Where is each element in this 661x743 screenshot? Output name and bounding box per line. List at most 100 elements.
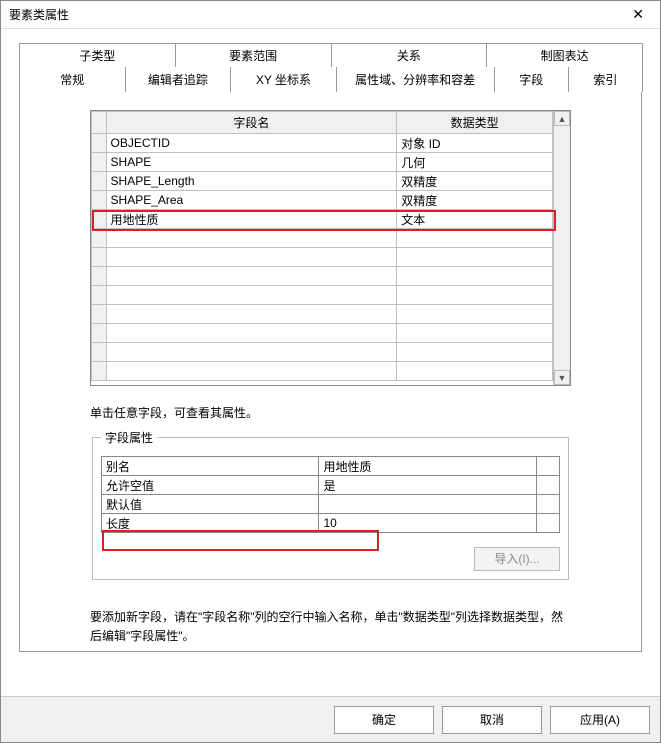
dialog-window: 要素类属性 ✕ 子类型 要素范围 关系 制图表达 常规 编辑者追踪 XY 坐标系… (0, 0, 661, 743)
prop-value[interactable]: 用地性质 (319, 457, 536, 476)
field-name-cell[interactable] (106, 267, 397, 286)
prop-row[interactable]: 允许空值是 (102, 476, 560, 495)
row-header[interactable] (92, 324, 107, 343)
row-header[interactable] (92, 248, 107, 267)
table-row[interactable]: SHAPE_Area双精度 (92, 191, 553, 210)
tab-domain-resolution[interactable]: 属性域、分辨率和容差 (336, 67, 495, 92)
titlebar: 要素类属性 ✕ (1, 1, 660, 29)
tab-panel-fields: 字段名 数据类型 OBJECTID对象 IDSHAPE几何SHAPE_Lengt… (19, 92, 642, 652)
prop-label: 默认值 (102, 495, 319, 514)
fields-grid[interactable]: 字段名 数据类型 OBJECTID对象 IDSHAPE几何SHAPE_Lengt… (91, 111, 553, 385)
field-name-cell[interactable] (106, 362, 397, 381)
prop-button-cell[interactable] (536, 495, 559, 514)
prop-value[interactable]: 是 (319, 476, 536, 495)
row-header[interactable] (92, 172, 107, 191)
table-row[interactable]: SHAPE_Length双精度 (92, 172, 553, 191)
row-header[interactable] (92, 362, 107, 381)
row-header[interactable] (92, 210, 107, 229)
prop-row[interactable]: 长度10 (102, 514, 560, 533)
field-name-cell[interactable] (106, 324, 397, 343)
field-type-cell[interactable] (397, 362, 553, 381)
prop-button-cell[interactable] (536, 457, 559, 476)
prop-label: 别名 (102, 457, 319, 476)
field-type-cell[interactable] (397, 343, 553, 362)
field-type-cell[interactable] (397, 324, 553, 343)
field-name-cell[interactable] (106, 229, 397, 248)
field-props-grid[interactable]: 别名用地性质允许空值是默认值长度10 (101, 456, 560, 533)
tab-subtype[interactable]: 子类型 (19, 43, 176, 67)
table-row[interactable] (92, 248, 553, 267)
tab-relation[interactable]: 关系 (331, 43, 488, 67)
prop-label: 长度 (102, 514, 319, 533)
cancel-button[interactable]: 取消 (442, 706, 542, 734)
field-name-cell[interactable] (106, 305, 397, 324)
field-name-cell[interactable]: 用地性质 (106, 210, 397, 229)
tab-extent[interactable]: 要素范围 (175, 43, 332, 67)
field-type-cell[interactable]: 对象 ID (397, 134, 553, 153)
prop-row[interactable]: 别名用地性质 (102, 457, 560, 476)
close-icon[interactable]: ✕ (624, 4, 652, 25)
field-type-cell[interactable] (397, 305, 553, 324)
dialog-content: 子类型 要素范围 关系 制图表达 常规 编辑者追踪 XY 坐标系 属性域、分辨率… (1, 29, 660, 696)
table-row[interactable] (92, 305, 553, 324)
field-name-cell[interactable]: SHAPE (106, 153, 397, 172)
table-row[interactable]: OBJECTID对象 ID (92, 134, 553, 153)
table-row[interactable] (92, 324, 553, 343)
field-type-cell[interactable]: 几何 (397, 153, 553, 172)
tab-xy-crs[interactable]: XY 坐标系 (230, 67, 337, 92)
row-header[interactable] (92, 134, 107, 153)
field-type-cell[interactable] (397, 229, 553, 248)
table-row[interactable] (92, 286, 553, 305)
row-header[interactable] (92, 153, 107, 172)
dialog-footer: 确定 取消 应用(A) (1, 696, 660, 742)
table-row[interactable] (92, 267, 553, 286)
tab-representation[interactable]: 制图表达 (486, 43, 643, 67)
field-type-cell[interactable] (397, 286, 553, 305)
prop-button-cell[interactable] (536, 476, 559, 495)
field-type-cell[interactable]: 文本 (397, 210, 553, 229)
field-name-cell[interactable]: SHAPE_Length (106, 172, 397, 191)
fields-header-type: 数据类型 (397, 112, 553, 134)
fields-grid-wrap: 字段名 数据类型 OBJECTID对象 IDSHAPE几何SHAPE_Lengt… (90, 110, 571, 386)
tab-fields[interactable]: 字段 (494, 67, 569, 92)
table-row[interactable]: SHAPE几何 (92, 153, 553, 172)
scroll-up-icon[interactable]: ▲ (554, 111, 570, 126)
table-row[interactable] (92, 229, 553, 248)
field-name-cell[interactable] (106, 286, 397, 305)
fields-header-name: 字段名 (106, 112, 397, 134)
tabstrip: 子类型 要素范围 关系 制图表达 常规 编辑者追踪 XY 坐标系 属性域、分辨率… (19, 43, 642, 92)
fields-scrollbar[interactable]: ▲ ▼ (553, 111, 570, 385)
row-header[interactable] (92, 191, 107, 210)
field-props-group: 字段属性 别名用地性质允许空值是默认值长度10 导入(I)... (92, 429, 569, 580)
import-button: 导入(I)... (474, 547, 560, 571)
apply-button[interactable]: 应用(A) (550, 706, 650, 734)
prop-value[interactable]: 10 (319, 514, 536, 533)
row-header[interactable] (92, 286, 107, 305)
field-name-cell[interactable]: OBJECTID (106, 134, 397, 153)
field-name-cell[interactable]: SHAPE_Area (106, 191, 397, 210)
tab-index[interactable]: 索引 (568, 67, 643, 92)
scroll-down-icon[interactable]: ▼ (554, 370, 570, 385)
field-name-cell[interactable] (106, 343, 397, 362)
row-header[interactable] (92, 305, 107, 324)
field-type-cell[interactable] (397, 248, 553, 267)
table-row[interactable]: 用地性质文本 (92, 210, 553, 229)
field-type-cell[interactable]: 双精度 (397, 172, 553, 191)
table-row[interactable] (92, 362, 553, 381)
tabs-row-bottom: 常规 编辑者追踪 XY 坐标系 属性域、分辨率和容差 字段 索引 (19, 66, 642, 92)
fields-header-rowhead (92, 112, 107, 134)
table-row[interactable] (92, 343, 553, 362)
prop-button-cell[interactable] (536, 514, 559, 533)
field-name-cell[interactable] (106, 248, 397, 267)
field-props-legend: 字段属性 (101, 429, 157, 446)
ok-button[interactable]: 确定 (334, 706, 434, 734)
tab-general[interactable]: 常规 (19, 67, 126, 92)
field-type-cell[interactable] (397, 267, 553, 286)
tab-editor-tracking[interactable]: 编辑者追踪 (125, 67, 232, 92)
row-header[interactable] (92, 229, 107, 248)
row-header[interactable] (92, 267, 107, 286)
row-header[interactable] (92, 343, 107, 362)
prop-row[interactable]: 默认值 (102, 495, 560, 514)
field-type-cell[interactable]: 双精度 (397, 191, 553, 210)
prop-value[interactable] (319, 495, 536, 514)
